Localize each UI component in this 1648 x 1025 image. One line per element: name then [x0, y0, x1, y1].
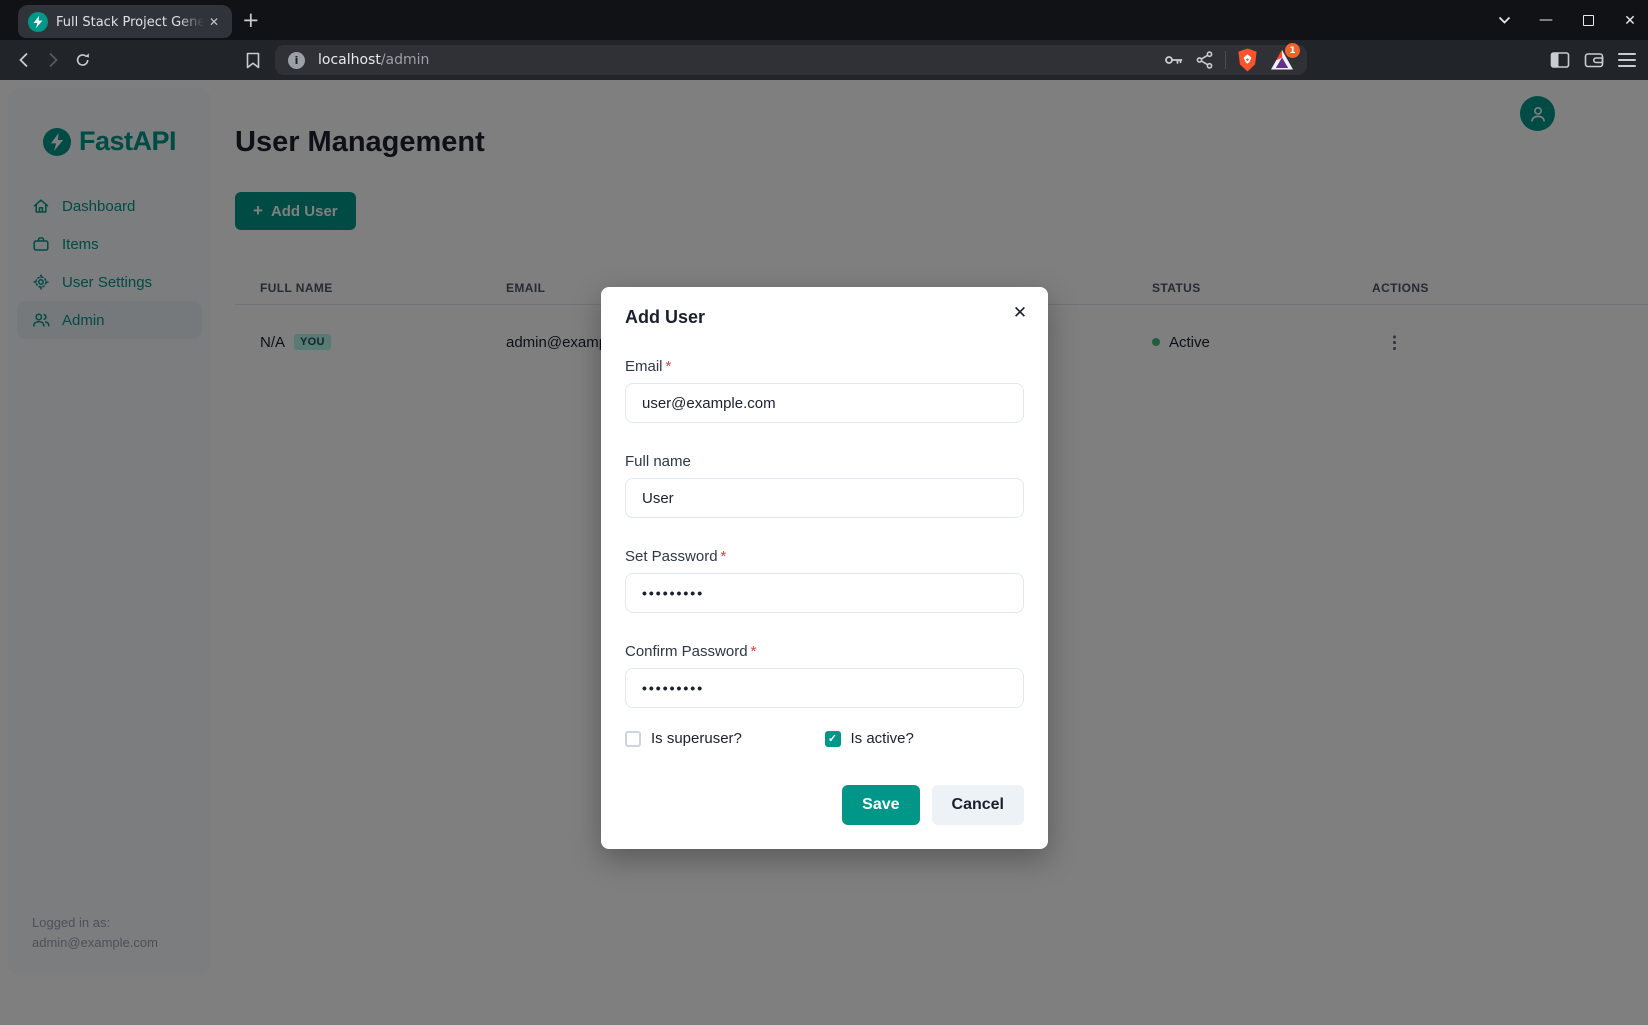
tab-close-icon[interactable]: ✕ — [204, 14, 224, 30]
page-viewport: FastAPI Dashboard Items — [0, 80, 1648, 1025]
full-name-input[interactable] — [625, 478, 1024, 518]
tab-strip: Full Stack Project Genera ✕ + — ✕ — [0, 0, 1648, 40]
password-key-icon[interactable] — [1163, 50, 1185, 70]
required-asterisk: * — [751, 643, 757, 660]
set-password-input[interactable] — [625, 573, 1024, 613]
url-text: localhost/admin — [318, 52, 429, 68]
checkbox-row: Is superuser? ✓ Is active? — [625, 730, 1024, 747]
confirm-password-input[interactable] — [625, 668, 1024, 708]
url-path: /admin — [381, 52, 430, 68]
full-name-field-group: Full name — [625, 453, 1024, 518]
site-info-icon[interactable]: i — [288, 52, 305, 69]
save-button[interactable]: Save — [842, 785, 919, 825]
checkbox-checked-icon[interactable]: ✓ — [825, 731, 841, 747]
is-superuser-label: Is superuser? — [651, 730, 742, 747]
bookmark-icon[interactable] — [238, 45, 268, 75]
checkbox-unchecked-icon[interactable] — [625, 731, 641, 747]
browser-tab[interactable]: Full Stack Project Genera ✕ — [18, 5, 232, 38]
back-button[interactable] — [8, 45, 38, 75]
tab-search-chevron-icon[interactable] — [1496, 12, 1512, 28]
window-minimize-button[interactable]: — — [1538, 12, 1554, 28]
wallet-icon[interactable] — [1584, 51, 1604, 69]
rewards-notification-badge: 1 — [1285, 43, 1300, 58]
set-password-label: Set Password* — [625, 548, 1024, 565]
add-user-modal: Add User ✕ Email* Full name Set Password… — [601, 287, 1048, 849]
window-maximize-button[interactable] — [1580, 12, 1596, 28]
url-host: localhost — [318, 52, 381, 68]
toolbar-divider — [1225, 51, 1226, 69]
email-input[interactable] — [625, 383, 1024, 423]
full-name-label: Full name — [625, 453, 1024, 470]
confirm-password-label: Confirm Password* — [625, 643, 1024, 660]
confirm-password-field-group: Confirm Password* — [625, 643, 1024, 708]
share-icon[interactable] — [1195, 50, 1215, 70]
modal-title: Add User — [625, 307, 1024, 328]
new-tab-button[interactable]: + — [242, 8, 260, 32]
cancel-button[interactable]: Cancel — [932, 785, 1024, 825]
required-asterisk: * — [721, 548, 727, 565]
is-active-label: Is active? — [851, 730, 914, 747]
email-field-group: Email* — [625, 358, 1024, 423]
is-superuser-checkbox[interactable]: Is superuser? — [625, 730, 825, 747]
is-active-checkbox[interactable]: ✓ Is active? — [825, 730, 1025, 747]
sidebar-toggle-icon[interactable] — [1550, 51, 1570, 69]
window-close-button[interactable]: ✕ — [1622, 12, 1638, 28]
browser-menu-icon[interactable] — [1618, 53, 1636, 67]
address-bar[interactable]: i localhost/admin — [275, 45, 1307, 75]
brave-rewards-icon[interactable]: 1 — [1269, 48, 1295, 72]
brave-shield-icon[interactable] — [1236, 47, 1259, 73]
set-password-field-group: Set Password* — [625, 548, 1024, 613]
reload-button[interactable] — [68, 45, 98, 75]
modal-footer: Save Cancel — [625, 785, 1024, 825]
modal-close-icon[interactable]: ✕ — [1006, 299, 1034, 327]
required-asterisk: * — [666, 358, 672, 375]
browser-toolbar: i localhost/admin — [0, 40, 1648, 80]
forward-button[interactable] — [38, 45, 68, 75]
fastapi-favicon-icon — [28, 12, 48, 32]
email-label: Email* — [625, 358, 1024, 375]
tab-title-fade — [178, 13, 204, 31]
browser-window: Full Stack Project Genera ✕ + — ✕ — [0, 0, 1648, 1025]
